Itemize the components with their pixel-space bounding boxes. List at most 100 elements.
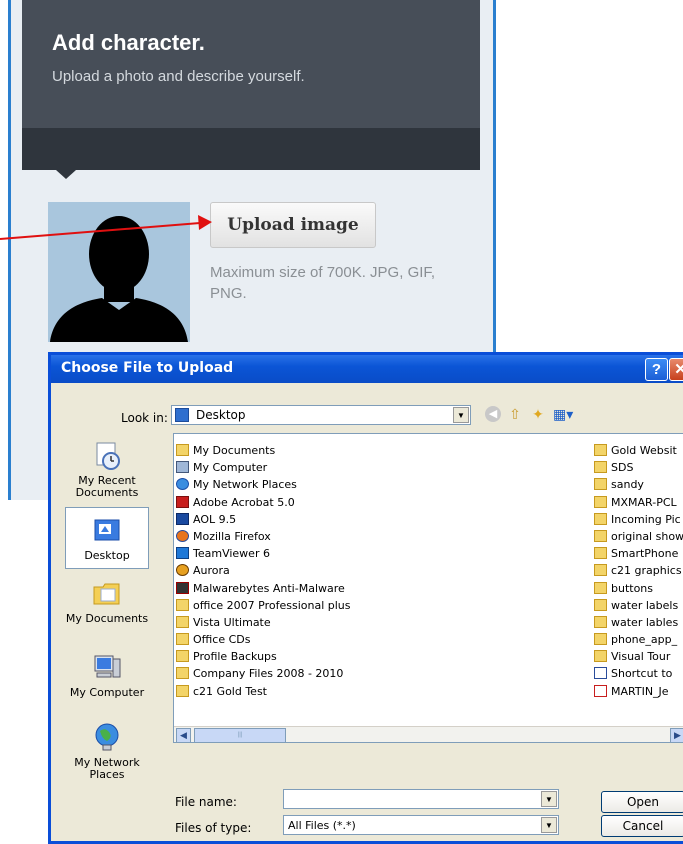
file-name-input[interactable]: ▼ [283, 789, 559, 809]
page-title: Add character. [52, 30, 205, 55]
file-list-item[interactable]: MXMAR-PCL [594, 494, 683, 511]
place-network-places[interactable]: My Network Places [59, 721, 155, 781]
file-name: Gold Websit [611, 444, 677, 457]
place-label: My Network Places [74, 756, 140, 781]
file-list-item[interactable]: Incoming Pic [594, 511, 683, 528]
chevron-down-icon[interactable]: ▼ [541, 817, 557, 833]
upload-image-button[interactable]: Upload image [210, 202, 376, 248]
file-list-item[interactable]: My Documents [176, 442, 446, 459]
file-name: SDS [611, 461, 634, 475]
file-list-item[interactable]: original show [594, 528, 683, 545]
file-list-item[interactable]: AOL 9.5 [176, 511, 446, 528]
place-label: Desktop [84, 549, 130, 562]
folder-icon [594, 581, 607, 594]
place-recent-documents[interactable]: My Recent Documents [59, 439, 155, 499]
folder-icon [594, 461, 607, 474]
file-list-item[interactable]: Malwarebytes Anti-Malware [176, 580, 446, 597]
file-name: Malwarebytes Anti-Malware [193, 581, 345, 595]
my-documents-icon [176, 444, 189, 456]
file-list-item[interactable]: Visual Tour [594, 648, 683, 665]
folder-icon [594, 547, 607, 560]
file-list-item[interactable]: Adobe Acrobat 5.0 [176, 494, 446, 511]
back-icon[interactable]: ◀ [485, 406, 501, 422]
help-button[interactable]: ? [645, 358, 668, 381]
file-list[interactable]: My Documents My Computer My Network Places… [173, 433, 683, 743]
file-list-item[interactable]: sandy [594, 476, 683, 493]
file-name: buttons [611, 581, 654, 595]
network-places-icon [95, 723, 119, 751]
files-of-type-dropdown[interactable]: All Files (*.*) ▼ [283, 815, 559, 835]
look-in-dropdown[interactable]: Desktop ▼ [171, 405, 471, 425]
file-name: TeamViewer 6 [193, 547, 270, 561]
file-list-item[interactable]: SmartPhone [594, 545, 683, 562]
folder-icon [594, 444, 607, 456]
file-list-item[interactable]: c21 Gold Test [176, 683, 446, 700]
file-name: Adobe Acrobat 5.0 [193, 495, 295, 509]
folder-icon [594, 598, 607, 611]
file-name: My Documents [193, 444, 276, 457]
file-list-item[interactable]: Vista Ultimate [176, 614, 446, 631]
file-name: c21 Gold Test [193, 684, 267, 698]
cancel-button[interactable]: Cancel [601, 815, 683, 837]
file-list-item[interactable]: office 2007 Professional plus [176, 597, 446, 614]
file-list-column-right: Gold Websit SDS sandy MXMAR-PCL Incoming Pic… [594, 442, 683, 700]
file-list-item[interactable]: water lables [594, 614, 683, 631]
places-bar: My Recent Documents Desktop My Documents [59, 431, 155, 783]
new-folder-icon[interactable]: ✦ [529, 406, 547, 422]
avatar-placeholder[interactable] [48, 202, 190, 342]
scroll-left-icon[interactable]: ◀ [176, 728, 191, 742]
scroll-right-icon[interactable]: ▶ [670, 728, 683, 742]
file-list-item[interactable]: c21 graphics [594, 562, 683, 579]
file-name: Incoming Pic [611, 512, 681, 526]
dialog-titlebar[interactable]: Choose File to Upload ? ✕ [51, 355, 683, 383]
folder-icon [594, 495, 607, 508]
open-button[interactable]: Open [601, 791, 683, 813]
header-notch [56, 170, 76, 179]
close-button[interactable]: ✕ [669, 358, 683, 381]
file-list-item[interactable]: Shortcut to [594, 665, 683, 682]
file-list-item[interactable]: TeamViewer 6 [176, 545, 446, 562]
file-name: SmartPhone [611, 547, 679, 561]
aol-icon [176, 512, 189, 525]
folder-icon [594, 478, 607, 491]
file-list-item[interactable]: My Network Places [176, 476, 446, 493]
file-list-item[interactable]: Mozilla Firefox [176, 528, 446, 545]
place-my-documents[interactable]: My Documents [59, 577, 155, 625]
file-list-item[interactable]: phone_app_ [594, 631, 683, 648]
folder-icon [176, 684, 189, 697]
folder-icon [594, 633, 607, 646]
file-name: Shortcut to [611, 667, 673, 681]
place-label: My Documents [65, 612, 149, 625]
file-name: Company Files 2008 - 2010 [193, 667, 344, 681]
file-list-item[interactable]: Gold Websit [594, 442, 683, 459]
scrollbar-thumb[interactable]: ||| [194, 728, 286, 742]
file-list-item[interactable]: Company Files 2008 - 2010 [176, 665, 446, 682]
desktop-icon [94, 519, 120, 541]
file-list-item[interactable]: Office CDs [176, 631, 446, 648]
file-name: Office CDs [193, 633, 251, 647]
horizontal-scrollbar[interactable]: ◀ ||| ▶ [174, 726, 683, 742]
computer-icon [176, 461, 189, 474]
file-list-item[interactable]: buttons [594, 580, 683, 597]
file-name: original show [611, 529, 683, 543]
folder-icon [176, 650, 189, 663]
look-in-value: Desktop [196, 408, 246, 422]
place-desktop[interactable]: Desktop [65, 507, 149, 569]
file-list-item[interactable]: Aurora [176, 562, 446, 579]
up-folder-icon[interactable]: ⇧ [507, 406, 523, 422]
chevron-down-icon[interactable]: ▼ [453, 407, 469, 423]
views-menu-icon[interactable]: ▦▾ [553, 406, 575, 422]
file-list-item[interactable]: water labels [594, 597, 683, 614]
chevron-down-icon[interactable]: ▼ [541, 791, 557, 807]
file-list-item[interactable]: My Computer [176, 459, 446, 476]
file-list-item[interactable]: MARTIN_Je [594, 683, 683, 700]
place-my-computer[interactable]: My Computer [59, 651, 155, 699]
file-name: My Network Places [193, 478, 297, 492]
page-subtitle: Upload a photo and describe yourself. [52, 68, 305, 85]
folder-icon [176, 633, 189, 646]
folder-icon [176, 667, 189, 680]
file-list-item[interactable]: SDS [594, 459, 683, 476]
network-icon [176, 478, 189, 491]
malwarebytes-icon [176, 581, 189, 594]
file-list-item[interactable]: Profile Backups [176, 648, 446, 665]
